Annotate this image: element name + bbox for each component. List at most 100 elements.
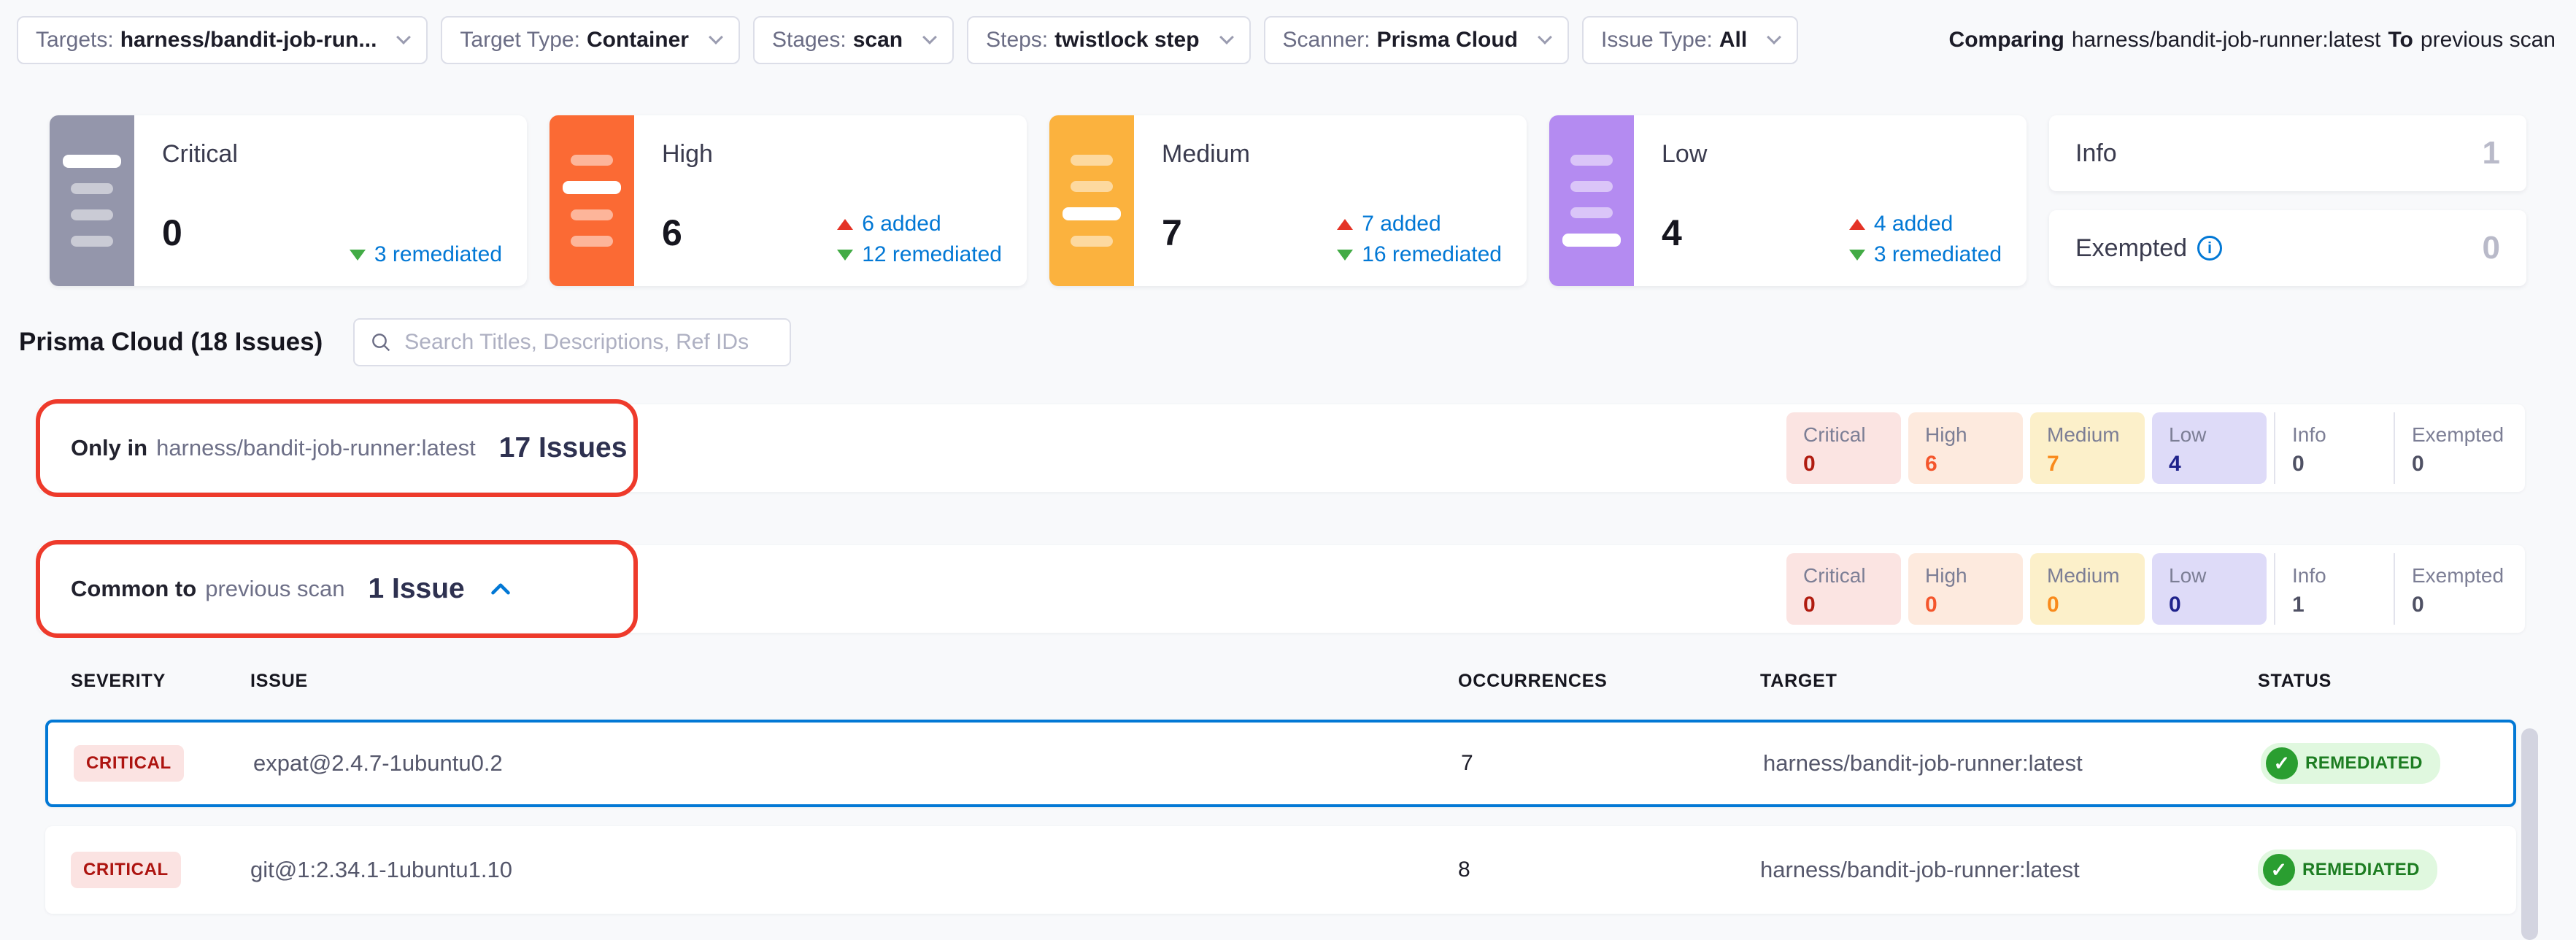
meter-bar: [1071, 236, 1113, 247]
severity-chip: Exempted 0: [2394, 412, 2513, 484]
chip-label: High: [1925, 423, 2023, 447]
chip-value: 0: [1803, 452, 1901, 477]
remediated-link[interactable]: 12 remediated: [837, 242, 1002, 267]
added-label: 4 added: [1874, 212, 1953, 236]
exempted-card: Exempted i 0: [2049, 210, 2526, 286]
group-target: previous scan: [205, 576, 344, 602]
column-header: STATUS: [2258, 671, 2502, 692]
filter-value: Prisma Cloud: [1377, 28, 1518, 53]
added-link[interactable]: 7 added: [1337, 212, 1502, 236]
severity-summary-card: High 6 6 added 12 remediated: [549, 115, 1027, 286]
chip-label: Info: [2292, 423, 2394, 447]
meter-bar: [571, 209, 613, 220]
column-header: ISSUE: [250, 671, 1458, 692]
severity-label: Critical: [162, 140, 505, 169]
chip-value: 6: [1925, 452, 2023, 477]
issue-name: git@1:2.34.1-1ubuntu1.10: [250, 857, 1458, 883]
filter-dropdown[interactable]: Issue Type: All: [1582, 16, 1798, 64]
info-exempted-stack: Info 1 Exempted i 0: [2049, 115, 2526, 286]
status-label: REMEDIATED: [2305, 753, 2423, 774]
filter-label: Target Type:: [460, 28, 580, 53]
chip-label: Medium: [2047, 423, 2145, 447]
severity-count: 0: [162, 212, 182, 254]
meter-bar: [1562, 234, 1621, 247]
chevron-down-icon: [397, 30, 412, 45]
status-label: REMEDIATED: [2302, 860, 2420, 880]
issue-row[interactable]: CRITICAL git@1:2.34.1-1ubuntu1.10 8 harn…: [45, 826, 2516, 914]
meter-bar: [1071, 155, 1113, 166]
chip-value: 0: [2412, 452, 2513, 477]
chip-value: 0: [2412, 593, 2513, 617]
added-link[interactable]: 4 added: [1849, 212, 2002, 236]
chip-label: High: [1925, 564, 2023, 588]
filter-dropdown[interactable]: Stages: scan: [753, 16, 954, 64]
remediated-link[interactable]: 3 remediated: [350, 242, 502, 267]
severity-label: Low: [1662, 140, 2005, 169]
chip-label: Low: [2169, 564, 2267, 588]
column-header: OCCURRENCES: [1458, 671, 1760, 692]
severity-meter-icon: [1049, 115, 1134, 286]
exempted-label: Exempted: [2075, 234, 2187, 263]
group-issue-count: 1 Issue: [368, 573, 464, 605]
filter-dropdown[interactable]: Steps: twistlock step: [967, 16, 1250, 64]
group-prefix: Common to: [71, 576, 196, 602]
chip-value: 0: [1803, 593, 1901, 617]
added-link[interactable]: 6 added: [837, 212, 1002, 236]
severity-chip: Low 0: [2152, 553, 2267, 625]
search-icon: [369, 331, 393, 354]
occurrences-count: 8: [1458, 858, 1760, 882]
remediated-label: 12 remediated: [862, 242, 1002, 267]
info-circle-icon[interactable]: i: [2197, 236, 2222, 261]
filter-dropdown[interactable]: Targets: harness/bandit-job-run...: [17, 16, 428, 64]
check-icon: ✓: [2263, 854, 2295, 886]
severity-meter-icon: [1549, 115, 1634, 286]
meter-bar: [1570, 207, 1613, 218]
remediated-label: 16 remediated: [1362, 242, 1502, 267]
meter-bar: [1570, 155, 1613, 166]
triangle-down-icon: [837, 250, 853, 261]
target-name: harness/bandit-job-runner:latest: [1763, 750, 2261, 777]
issue-row[interactable]: CRITICAL expat@2.4.7-1ubuntu0.2 7 harnes…: [45, 720, 2516, 807]
filter-bar: Targets: harness/bandit-job-run... Targe…: [0, 0, 2576, 64]
triangle-up-icon: [1849, 219, 1865, 230]
severity-label: Medium: [1162, 140, 1505, 169]
triangle-up-icon: [837, 219, 853, 230]
chevron-down-icon: [1538, 30, 1552, 45]
severity-chip: Critical 0: [1786, 553, 1901, 625]
chip-label: Info: [2292, 564, 2394, 588]
group-target: harness/bandit-job-runner:latest: [156, 435, 476, 461]
severity-count: 4: [1662, 212, 1682, 254]
remediated-link[interactable]: 3 remediated: [1849, 242, 2002, 267]
comparing-target: harness/bandit-job-runner:latest: [2072, 28, 2381, 53]
filter-dropdown[interactable]: Target Type: Container: [441, 16, 740, 64]
search-box: [353, 318, 791, 366]
comparing-to: To: [2388, 28, 2413, 53]
filter-label: Scanner:: [1283, 28, 1370, 53]
meter-bar: [571, 236, 613, 247]
diff-group-only-in: Only in harness/bandit-job-runner:latest…: [38, 404, 2525, 492]
severity-chip: High 6: [1908, 412, 2023, 484]
chevron-down-icon: [709, 30, 723, 45]
filter-dropdown[interactable]: Scanner: Prisma Cloud: [1264, 16, 1569, 64]
filter-label: Issue Type:: [1601, 28, 1713, 53]
chip-value: 4: [2169, 452, 2267, 477]
remediated-link[interactable]: 16 remediated: [1337, 242, 1502, 267]
info-count: 1: [2483, 135, 2500, 172]
vertical-scrollbar[interactable]: [2521, 728, 2538, 940]
column-header: TARGET: [1760, 671, 2258, 692]
chip-value: 0: [2047, 593, 2145, 617]
severity-count: 7: [1162, 212, 1182, 254]
search-input[interactable]: [403, 329, 775, 355]
chevron-toggle-icon[interactable]: [485, 574, 516, 604]
meter-bar: [71, 236, 113, 247]
filter-value: twistlock step: [1054, 28, 1199, 53]
severity-chip: Medium 0: [2030, 553, 2145, 625]
red-annotation-box: Common to previous scan 1 Issue: [36, 540, 638, 638]
chip-value: 0: [1925, 593, 2023, 617]
severity-badge: CRITICAL: [74, 745, 184, 782]
severity-card-body: Critical 0 3 remediated: [134, 115, 527, 286]
severity-delta-links: 4 added 3 remediated: [1849, 212, 2002, 267]
filter-label: Stages:: [772, 28, 847, 53]
severity-summary-card: Critical 0 3 remediated: [50, 115, 527, 286]
status-badge: ✓ REMEDIATED: [2261, 743, 2440, 784]
